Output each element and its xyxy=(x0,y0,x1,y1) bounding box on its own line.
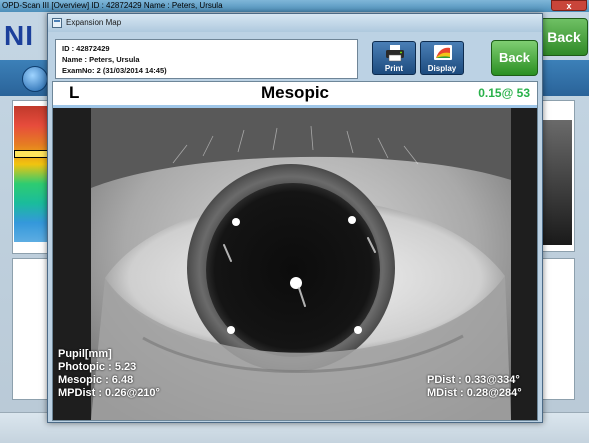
main-menu-button[interactable] xyxy=(22,66,48,92)
display-button[interactable]: Display xyxy=(420,41,464,75)
display-map-icon xyxy=(434,45,452,60)
color-scale-bar xyxy=(14,106,48,242)
eye-photo: Pupil[mm] Photopic : 5.23 Mesopic : 6.48… xyxy=(53,108,537,420)
mpdist-value: MPDist : 0.26@210° xyxy=(58,387,160,399)
main-window-title: OPD-Scan III [Overview] ID : 42872429 Na… xyxy=(2,1,223,10)
pdist-value: PDist : 0.33@334° xyxy=(427,374,520,386)
main-back-button[interactable]: Back xyxy=(540,18,588,56)
print-label: Print xyxy=(384,64,404,73)
dialog-title-bar: Expansion Map xyxy=(48,14,542,32)
printer-icon xyxy=(386,45,404,62)
main-title-bar: OPD-Scan III [Overview] ID : 42872429 Na… xyxy=(0,0,589,12)
mesopic-value: Mesopic : 6.48 xyxy=(58,374,134,386)
background-right-info-panel xyxy=(541,258,575,400)
accuracy-value: 0.15@ 53 xyxy=(478,86,530,100)
patient-id: ID : 42872429 xyxy=(62,44,110,53)
exam-number: ExamNo: 2 (31/03/2014 14:45) xyxy=(62,66,167,75)
mdist-value: MDist : 0.28@284° xyxy=(427,387,522,399)
patient-info-box: ID : 42872429 Name : Peters, Ursula Exam… xyxy=(55,39,358,79)
background-thumbnail-image xyxy=(542,120,572,245)
patient-name: Name : Peters, Ursula xyxy=(62,55,140,64)
back-button[interactable]: Back xyxy=(491,40,538,76)
display-label: Display xyxy=(427,64,457,73)
app-icon xyxy=(52,18,62,28)
dialog-title: Expansion Map xyxy=(66,18,122,27)
eye-side-label: L xyxy=(69,83,80,102)
print-button[interactable]: Print xyxy=(372,41,416,75)
main-close-button[interactable]: x xyxy=(551,0,587,11)
image-header: Mesopic L 0.15@ 53 xyxy=(53,82,537,105)
color-scale-highlight xyxy=(14,150,48,158)
pupil-heading: Pupil[mm] xyxy=(58,348,112,360)
expansion-map-dialog: Expansion Map ID : 42872429 Name : Peter… xyxy=(47,13,543,423)
pupil-image-panel: Mesopic L 0.15@ 53 Pupil[mm] Photopic: … xyxy=(52,81,538,421)
app-logo: NI xyxy=(4,20,34,51)
photopic-value: Photopic : 5.23 xyxy=(58,361,137,373)
illumination-mode: Mesopic xyxy=(260,83,330,102)
